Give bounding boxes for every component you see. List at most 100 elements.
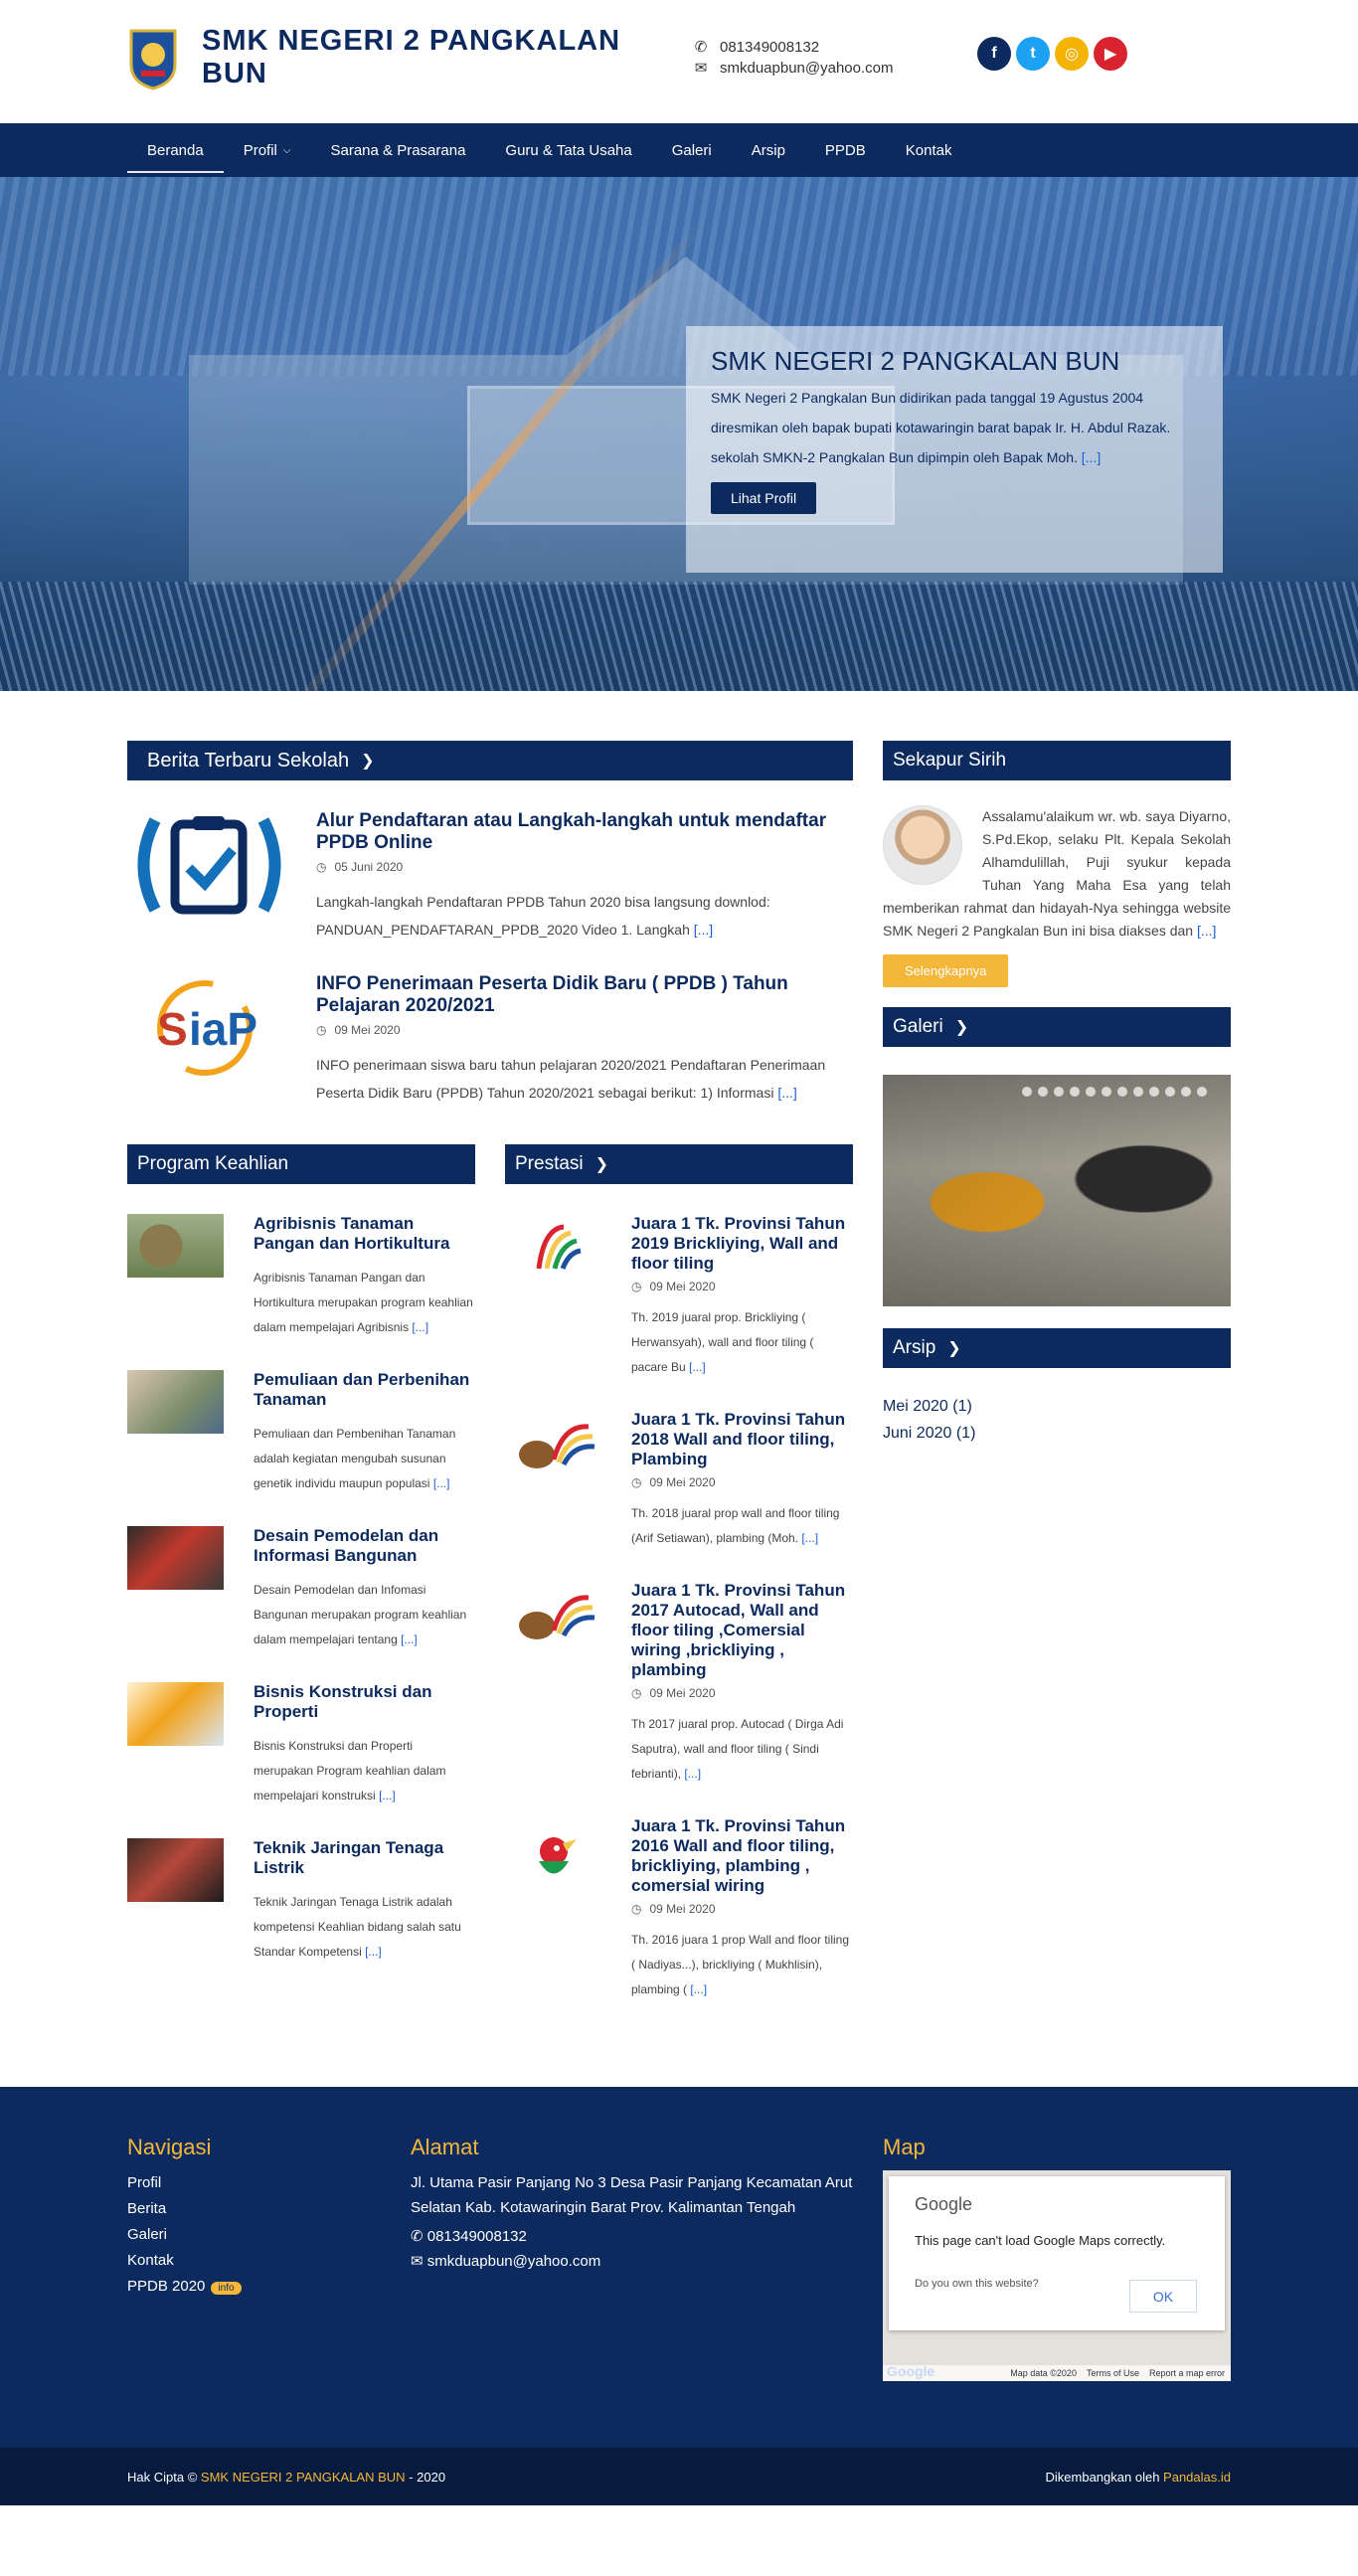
program-read-more[interactable]: [...] <box>379 1789 396 1803</box>
map-terms-link[interactable]: Terms of Use <box>1087 2368 1139 2378</box>
program-thumbnail[interactable] <box>127 1526 224 1590</box>
lihat-profil-button[interactable]: Lihat Profil <box>711 482 817 514</box>
prestasi-read-more[interactable]: [...] <box>689 1360 706 1374</box>
prestasi-title[interactable]: Juara 1 Tk. Provinsi Tahun 2019 Brickliy… <box>631 1214 845 1273</box>
program-heading[interactable]: Program Keahlian <box>127 1144 475 1184</box>
map-ok-button[interactable]: OK <box>1129 2280 1197 2313</box>
map-report-link[interactable]: Report a map error <box>1149 2368 1225 2378</box>
instagram-icon[interactable]: ◎ <box>1055 37 1089 71</box>
site-title[interactable]: SMK NEGERI 2 PANGKALAN BUN <box>202 25 669 90</box>
main-nav: Beranda Profil ⌵ Sarana & Prasarana Guru… <box>0 123 1358 177</box>
program-read-more[interactable]: [...] <box>401 1632 418 1646</box>
nav-item-galeri[interactable]: Galeri <box>652 123 732 177</box>
nav-item-profil[interactable]: Profil ⌵ <box>224 123 311 177</box>
google-map[interactable]: Google This page can't load Google Maps … <box>883 2170 1231 2381</box>
program-read-more[interactable]: [...] <box>365 1945 382 1959</box>
nav-item-guru[interactable]: Guru & Tata Usaha <box>485 123 651 177</box>
prestasi-read-more[interactable]: [...] <box>684 1767 701 1781</box>
galeri-photo[interactable] <box>883 1075 1231 1306</box>
carousel-dot[interactable] <box>1197 1087 1207 1097</box>
clipboard-check-icon[interactable] <box>127 810 291 920</box>
program-thumbnail[interactable] <box>127 1214 224 1278</box>
program-title[interactable]: Teknik Jaringan Tenaga Listrik <box>254 1838 443 1877</box>
prestasi-read-more[interactable]: [...] <box>801 1531 818 1545</box>
program-body: Agribisnis Tanaman Pangan dan Hortikultu… <box>254 1214 475 1340</box>
hero-read-more[interactable]: [...] <box>1082 449 1101 465</box>
nav-item-arsip[interactable]: Arsip <box>732 123 805 177</box>
carousel-dot[interactable] <box>1181 1087 1191 1097</box>
prestasi-text-body: Th 2017 juaral prop. Autocad ( Dirga Adi… <box>631 1717 844 1781</box>
developer-link[interactable]: Pandalas.id <box>1163 2470 1231 2485</box>
program-title[interactable]: Pemuliaan dan Perbenihan Tanaman <box>254 1370 469 1409</box>
footer-link-kontak[interactable]: Kontak <box>127 2252 174 2269</box>
program-title[interactable]: Agribisnis Tanaman Pangan dan Hortikultu… <box>254 1214 449 1253</box>
header-phone: ✆ 081349008132 <box>694 37 894 58</box>
nav-item-ppdb[interactable]: PPDB <box>805 123 886 177</box>
arsip-heading[interactable]: Arsip ❯ <box>883 1328 1231 1368</box>
copyright-school-link[interactable]: SMK NEGERI 2 PANGKALAN BUN <box>201 2470 406 2485</box>
program-title[interactable]: Desain Pemodelan dan Informasi Bangunan <box>254 1526 438 1565</box>
carousel-dot[interactable] <box>1117 1087 1127 1097</box>
program-thumbnail[interactable] <box>127 1682 224 1746</box>
news-title[interactable]: INFO Penerimaan Peserta Didik Baru ( PPD… <box>316 973 788 1016</box>
sekapur-read-more[interactable]: [...] <box>1197 923 1216 939</box>
prestasi-read-more[interactable]: [...] <box>690 1982 707 1996</box>
copyright-text: Hak Cipta © SMK NEGERI 2 PANGKALAN BUN -… <box>127 2470 445 2485</box>
news-heading[interactable]: Berita Terbaru Sekolah ❯ <box>127 741 853 780</box>
carousel-dot[interactable] <box>1070 1087 1080 1097</box>
carousel-dots[interactable] <box>1022 1087 1207 1097</box>
site-header: SMK NEGERI 2 PANGKALAN BUN ✆ 08134900813… <box>0 0 1358 123</box>
footer-link-profil[interactable]: Profil <box>127 2174 161 2191</box>
nav-item-beranda[interactable]: Beranda <box>127 123 224 177</box>
lks-mascot-logo[interactable] <box>505 1581 601 1660</box>
carousel-dot[interactable] <box>1038 1087 1048 1097</box>
google-logo: Google <box>915 2194 973 2214</box>
selengkapnya-button[interactable]: Selengkapnya <box>883 954 1009 987</box>
siap-logo[interactable]: S iaP <box>127 973 291 1083</box>
carousel-dot[interactable] <box>1054 1087 1064 1097</box>
program-body: Teknik Jaringan Tenaga Listrik Teknik Ja… <box>254 1838 475 1965</box>
carousel-dot[interactable] <box>1102 1087 1111 1097</box>
news-read-more[interactable]: [...] <box>777 1085 796 1101</box>
prestasi-meta: ◷ 09 Mei 2020 <box>631 1902 853 1916</box>
program-title[interactable]: Bisnis Konstruksi dan Properti <box>254 1682 431 1721</box>
twitter-icon[interactable]: t <box>1016 37 1050 71</box>
prestasi-title[interactable]: Juara 1 Tk. Provinsi Tahun 2016 Wall and… <box>631 1816 845 1895</box>
carousel-dot[interactable] <box>1022 1087 1032 1097</box>
prestasi-title[interactable]: Juara 1 Tk. Provinsi Tahun 2018 Wall and… <box>631 1410 845 1468</box>
youtube-icon[interactable]: ▶ <box>1094 37 1127 71</box>
program-thumbnail[interactable] <box>127 1370 224 1434</box>
lks-logo[interactable] <box>505 1214 601 1293</box>
footer-link-berita[interactable]: Berita <box>127 2200 166 2217</box>
carousel-dot[interactable] <box>1149 1087 1159 1097</box>
arsip-link[interactable]: Mei 2020 (1) <box>883 1398 972 1415</box>
hero-background-ground <box>0 582 1358 691</box>
news-title[interactable]: Alur Pendaftaran atau Langkah-langkah un… <box>316 810 826 853</box>
footer-phone-text: 081349008132 <box>426 2228 527 2245</box>
lks-mascot-logo[interactable] <box>505 1410 601 1489</box>
bird-mascot-logo[interactable] <box>505 1816 601 1896</box>
arsip-link[interactable]: Juni 2020 (1) <box>883 1425 975 1442</box>
prestasi-title[interactable]: Juara 1 Tk. Provinsi Tahun 2017 Autocad,… <box>631 1581 845 1679</box>
nav-item-kontak[interactable]: Kontak <box>886 123 972 177</box>
footer-map-heading: Map <box>883 2135 926 2159</box>
footer-link-galeri[interactable]: Galeri <box>127 2226 167 2243</box>
program-read-more[interactable]: [...] <box>433 1476 450 1490</box>
prestasi-text-body: Th. 2016 juara 1 prop Wall and floor til… <box>631 1933 850 1996</box>
program-thumbnail[interactable] <box>127 1838 224 1902</box>
footer-nav: Navigasi Profil Berita Galeri Kontak PPD… <box>127 2135 411 2381</box>
news-read-more[interactable]: [...] <box>694 922 713 938</box>
facebook-icon[interactable]: f <box>977 37 1011 71</box>
carousel-dot[interactable] <box>1165 1087 1175 1097</box>
prestasi-heading[interactable]: Prestasi ❯ <box>505 1144 853 1184</box>
program-read-more[interactable]: [...] <box>412 1320 428 1334</box>
footer-link-ppdb[interactable]: PPDB 2020 <box>127 2278 205 2295</box>
school-logo[interactable] <box>127 27 179 90</box>
prestasi-item: Juara 1 Tk. Provinsi Tahun 2016 Wall and… <box>505 1816 853 2002</box>
footer-email-text: smkduapbun@yahoo.com <box>426 2253 601 2270</box>
galeri-heading[interactable]: Galeri ❯ <box>883 1007 1231 1047</box>
nav-item-sarana[interactable]: Sarana & Prasarana <box>311 123 486 177</box>
carousel-dot[interactable] <box>1086 1087 1096 1097</box>
carousel-dot[interactable] <box>1133 1087 1143 1097</box>
chevron-right-icon: ❯ <box>361 753 375 770</box>
